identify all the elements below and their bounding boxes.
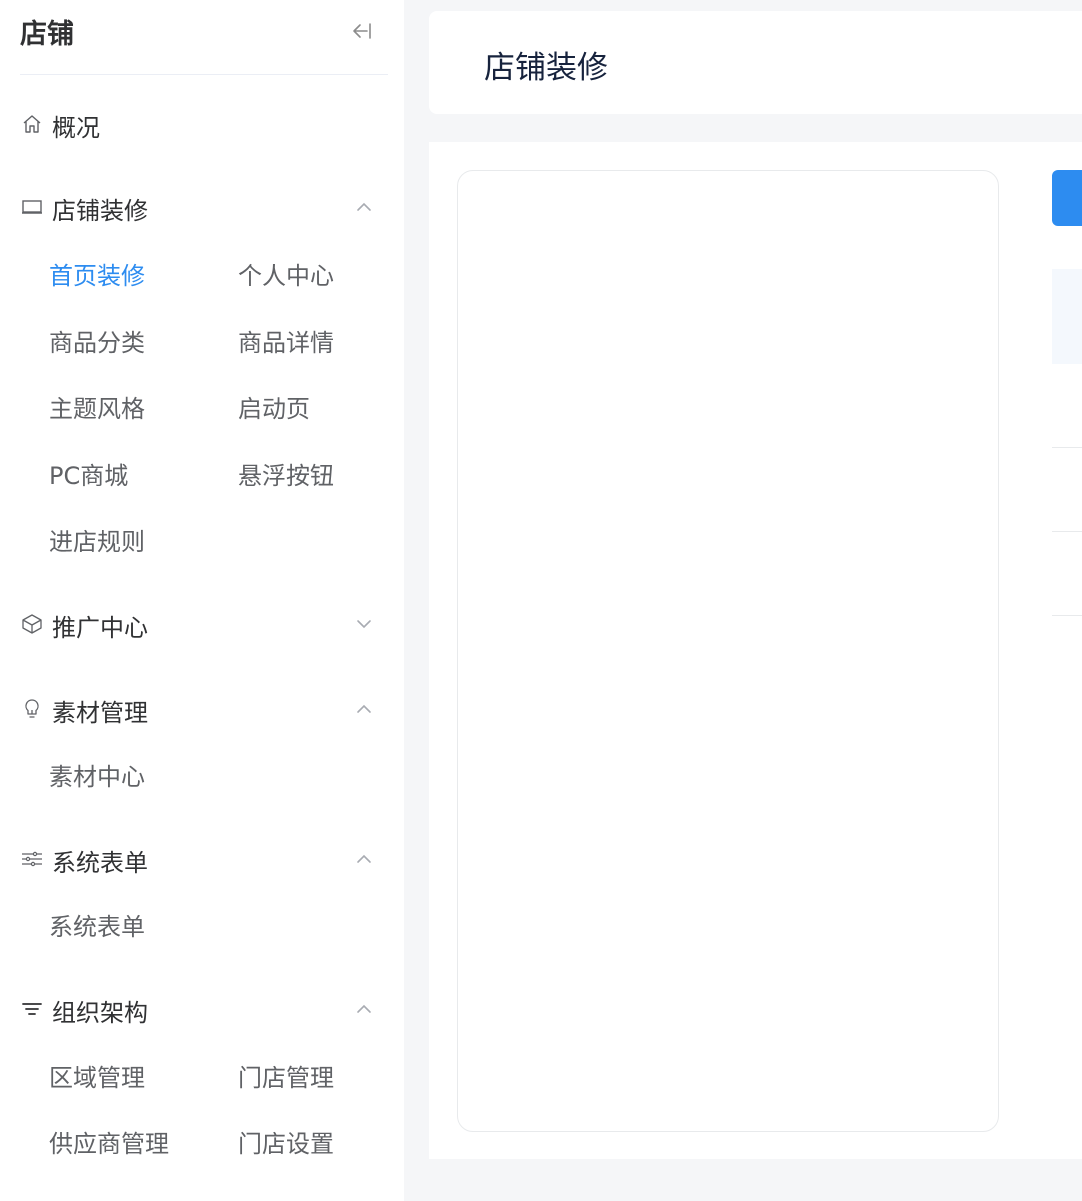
submenu-item-pc-mall[interactable]: PC商城 — [49, 459, 128, 493]
menu-label-decoration: 店铺装修 — [52, 197, 148, 225]
submenu-item-product-category[interactable]: 商品分类 — [49, 326, 145, 360]
submenu-item-store-settings[interactable]: 门店设置 — [238, 1127, 334, 1161]
submenu-item-supplier-management[interactable]: 供应商管理 — [49, 1127, 169, 1161]
submenu-item-theme-style[interactable]: 主题风格 — [49, 392, 145, 426]
box-icon — [22, 614, 42, 634]
menu-group-promotion[interactable]: 推广中心 — [20, 601, 388, 647]
bulb-icon — [25, 699, 39, 718]
page-title: 店铺装修 — [484, 50, 608, 86]
menu-label-forms: 系统表单 — [52, 849, 148, 877]
monitor-icon — [22, 200, 42, 214]
table-row[interactable] — [1052, 364, 1082, 448]
sidebar: 店铺 概况 店铺装修 首页装修 个人中心 商品分类 商品详情 主题风格 启动页 … — [0, 0, 404, 1201]
menu-label-materials: 素材管理 — [52, 699, 148, 727]
menu-group-forms[interactable]: 系统表单 — [20, 836, 388, 882]
menu-label-promotion: 推广中心 — [52, 614, 148, 642]
home-icon — [23, 115, 41, 133]
submenu-item-system-forms[interactable]: 系统表单 — [49, 910, 145, 944]
sliders-icon — [22, 851, 42, 867]
filter-icon — [22, 1003, 42, 1015]
submenu-item-home-decoration[interactable]: 首页装修 — [49, 259, 145, 293]
phone-preview-canvas[interactable] — [457, 170, 999, 1132]
collapse-left-icon[interactable] — [348, 18, 374, 44]
menu-group-decoration[interactable]: 店铺装修 — [20, 184, 388, 230]
submenu-item-store-management[interactable]: 门店管理 — [238, 1061, 334, 1095]
chevron-down-icon — [357, 620, 371, 629]
sidebar-header: 店铺 — [20, 0, 388, 75]
table-row[interactable] — [1052, 532, 1082, 616]
table-row[interactable] — [1052, 448, 1082, 532]
page-header: 店铺装修 — [429, 11, 1082, 114]
table-header — [1052, 269, 1082, 364]
submenu-item-product-detail[interactable]: 商品详情 — [238, 326, 334, 360]
submenu-item-region-management[interactable]: 区域管理 — [49, 1061, 145, 1095]
submenu-item-floating-button[interactable]: 悬浮按钮 — [238, 459, 334, 493]
submenu-item-personal-center[interactable]: 个人中心 — [238, 259, 334, 293]
chevron-up-icon — [357, 1004, 371, 1013]
menu-group-org[interactable]: 组织架构 — [20, 986, 388, 1032]
menu-label-org: 组织架构 — [52, 999, 148, 1027]
menu-label-overview: 概况 — [52, 114, 100, 142]
primary-action-button[interactable] — [1052, 170, 1082, 226]
chevron-up-icon — [357, 704, 371, 713]
content-panel — [429, 142, 1082, 1159]
submenu-item-store-entry-rules[interactable]: 进店规则 — [49, 525, 145, 559]
submenu-item-material-center[interactable]: 素材中心 — [49, 760, 145, 794]
menu-item-overview[interactable]: 概况 — [20, 101, 388, 147]
submenu-item-launch-page[interactable]: 启动页 — [238, 392, 310, 426]
menu-group-materials[interactable]: 素材管理 — [20, 686, 388, 732]
chevron-up-icon — [357, 202, 371, 211]
sidebar-title: 店铺 — [20, 19, 74, 50]
chevron-up-icon — [357, 854, 371, 863]
